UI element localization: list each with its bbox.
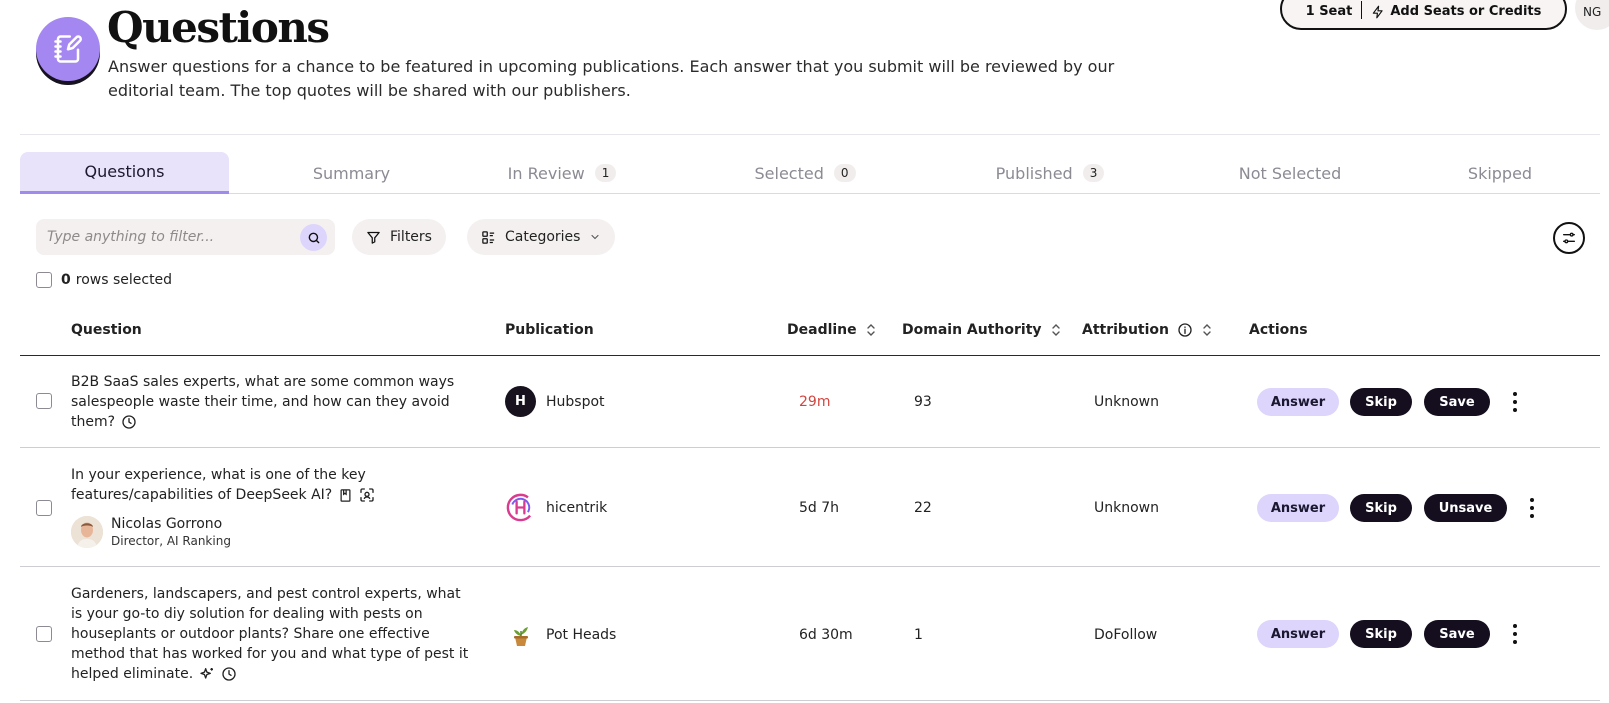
filter-icon	[366, 230, 381, 245]
column-publication: Publication	[505, 322, 594, 338]
deadline: 5d 7h	[799, 500, 839, 516]
skip-button[interactable]: Skip	[1350, 620, 1412, 648]
categories-dropdown[interactable]: Categories	[467, 219, 615, 255]
column-question: Question	[71, 322, 142, 338]
clock-icon	[221, 666, 237, 682]
notebook-icon	[338, 488, 353, 503]
seat-divider	[1361, 1, 1362, 19]
skip-button[interactable]: Skip	[1350, 494, 1412, 522]
publication-name: Hubspot	[546, 394, 605, 410]
publication: H Hubspot	[505, 386, 605, 417]
page-title: Questions	[107, 2, 329, 54]
save-button[interactable]: Save	[1424, 388, 1490, 416]
column-deadline[interactable]: Deadline	[787, 322, 877, 338]
answer-button[interactable]: Answer	[1257, 494, 1339, 522]
selected-count: 0	[834, 164, 856, 182]
tab-bar: Questions Summary In Review1 Selected0 P…	[20, 152, 1600, 194]
more-options-icon[interactable]	[1509, 622, 1521, 646]
skip-button[interactable]: Skip	[1350, 388, 1412, 416]
attribution: DoFollow	[1094, 627, 1157, 643]
rows-selected: 0 rows selected	[36, 272, 172, 288]
row-divider	[20, 566, 1600, 567]
person-role: Director, AI Ranking	[111, 533, 231, 549]
question-text[interactable]: Gardeners, landscapers, and pest control…	[71, 584, 473, 684]
tab-questions[interactable]: Questions	[20, 152, 229, 194]
lightning-icon	[1371, 5, 1385, 19]
published-count: 3	[1083, 164, 1105, 182]
sort-icon[interactable]	[1050, 323, 1062, 337]
filters-button[interactable]: Filters	[352, 219, 446, 255]
filter-search	[36, 219, 335, 255]
categories-label: Categories	[505, 229, 580, 245]
sliders-icon	[1561, 230, 1577, 246]
header-divider	[20, 134, 1600, 135]
answer-button[interactable]: Answer	[1257, 388, 1339, 416]
domain-authority: 1	[914, 627, 923, 643]
search-icon[interactable]	[300, 224, 327, 251]
pot-plant-logo	[505, 619, 536, 650]
answer-button[interactable]: Answer	[1257, 620, 1339, 648]
tab-not-selected[interactable]: Not Selected	[1215, 152, 1365, 194]
publication: hicentrik	[505, 492, 607, 523]
question-text[interactable]: In your experience, what is one of the k…	[71, 465, 401, 505]
more-options-icon[interactable]	[1526, 496, 1538, 520]
table-settings-button[interactable]	[1553, 222, 1585, 254]
notebook-pen-icon	[36, 17, 100, 81]
unsave-button[interactable]: Unsave	[1424, 494, 1507, 522]
tab-summary[interactable]: Summary	[264, 152, 439, 194]
page-icon	[36, 17, 100, 85]
domain-authority: 22	[914, 500, 932, 516]
column-domain-authority[interactable]: Domain Authority	[902, 322, 1062, 338]
column-actions: Actions	[1249, 322, 1308, 338]
column-attribution[interactable]: Attribution	[1082, 322, 1213, 338]
filter-input[interactable]	[36, 219, 286, 255]
publication: Pot Heads	[505, 619, 616, 650]
tab-published[interactable]: Published3	[970, 152, 1130, 194]
attribution: Unknown	[1094, 394, 1159, 410]
tab-in-review[interactable]: In Review1	[492, 152, 632, 194]
in-review-count: 1	[595, 164, 617, 182]
seats-credits-button[interactable]: 1 Seat Add Seats or Credits	[1280, 0, 1567, 30]
row-divider	[20, 447, 1600, 448]
filters-label: Filters	[390, 229, 432, 245]
row-checkbox[interactable]	[36, 393, 52, 409]
user-initials: NG	[1583, 5, 1601, 19]
publication-name: Pot Heads	[546, 627, 616, 643]
person-name: Nicolas Gorrono	[111, 515, 231, 533]
row-checkbox[interactable]	[36, 626, 52, 642]
hicentrik-logo	[505, 492, 536, 523]
tab-selected[interactable]: Selected0	[735, 152, 875, 194]
chevron-down-icon	[589, 231, 601, 243]
rows-selected-label: rows selected	[76, 272, 172, 288]
tab-skipped[interactable]: Skipped	[1445, 152, 1555, 194]
rows-selected-count: 0	[61, 272, 71, 288]
categories-icon	[481, 230, 496, 245]
hubspot-logo: H	[505, 386, 536, 417]
sort-icon[interactable]	[1201, 323, 1213, 337]
row-checkbox[interactable]	[36, 500, 52, 516]
row-divider	[20, 700, 1600, 701]
clock-icon	[121, 414, 137, 430]
page-description: Answer questions for a chance to be feat…	[108, 55, 1128, 103]
more-options-icon[interactable]	[1509, 390, 1521, 414]
save-button[interactable]: Save	[1424, 620, 1490, 648]
add-seats-label: Add Seats or Credits	[1390, 4, 1541, 19]
domain-authority: 93	[914, 394, 932, 410]
user-avatar[interactable]: NG	[1575, 0, 1609, 30]
person: Nicolas Gorrono Director, AI Ranking	[71, 515, 231, 549]
scan-face-icon	[359, 487, 375, 503]
seat-count: 1 Seat	[1306, 4, 1353, 19]
select-all-checkbox[interactable]	[36, 272, 52, 288]
info-icon[interactable]	[1177, 322, 1193, 338]
table-header-divider	[20, 355, 1600, 356]
deadline: 29m	[799, 394, 830, 410]
question-text[interactable]: B2B SaaS sales experts, what are some co…	[71, 372, 471, 432]
publication-name: hicentrik	[546, 500, 607, 516]
attribution: Unknown	[1094, 500, 1159, 516]
avatar	[71, 516, 103, 548]
sort-icon[interactable]	[865, 323, 877, 337]
sparkles-icon	[199, 666, 215, 682]
deadline: 6d 30m	[799, 627, 853, 643]
